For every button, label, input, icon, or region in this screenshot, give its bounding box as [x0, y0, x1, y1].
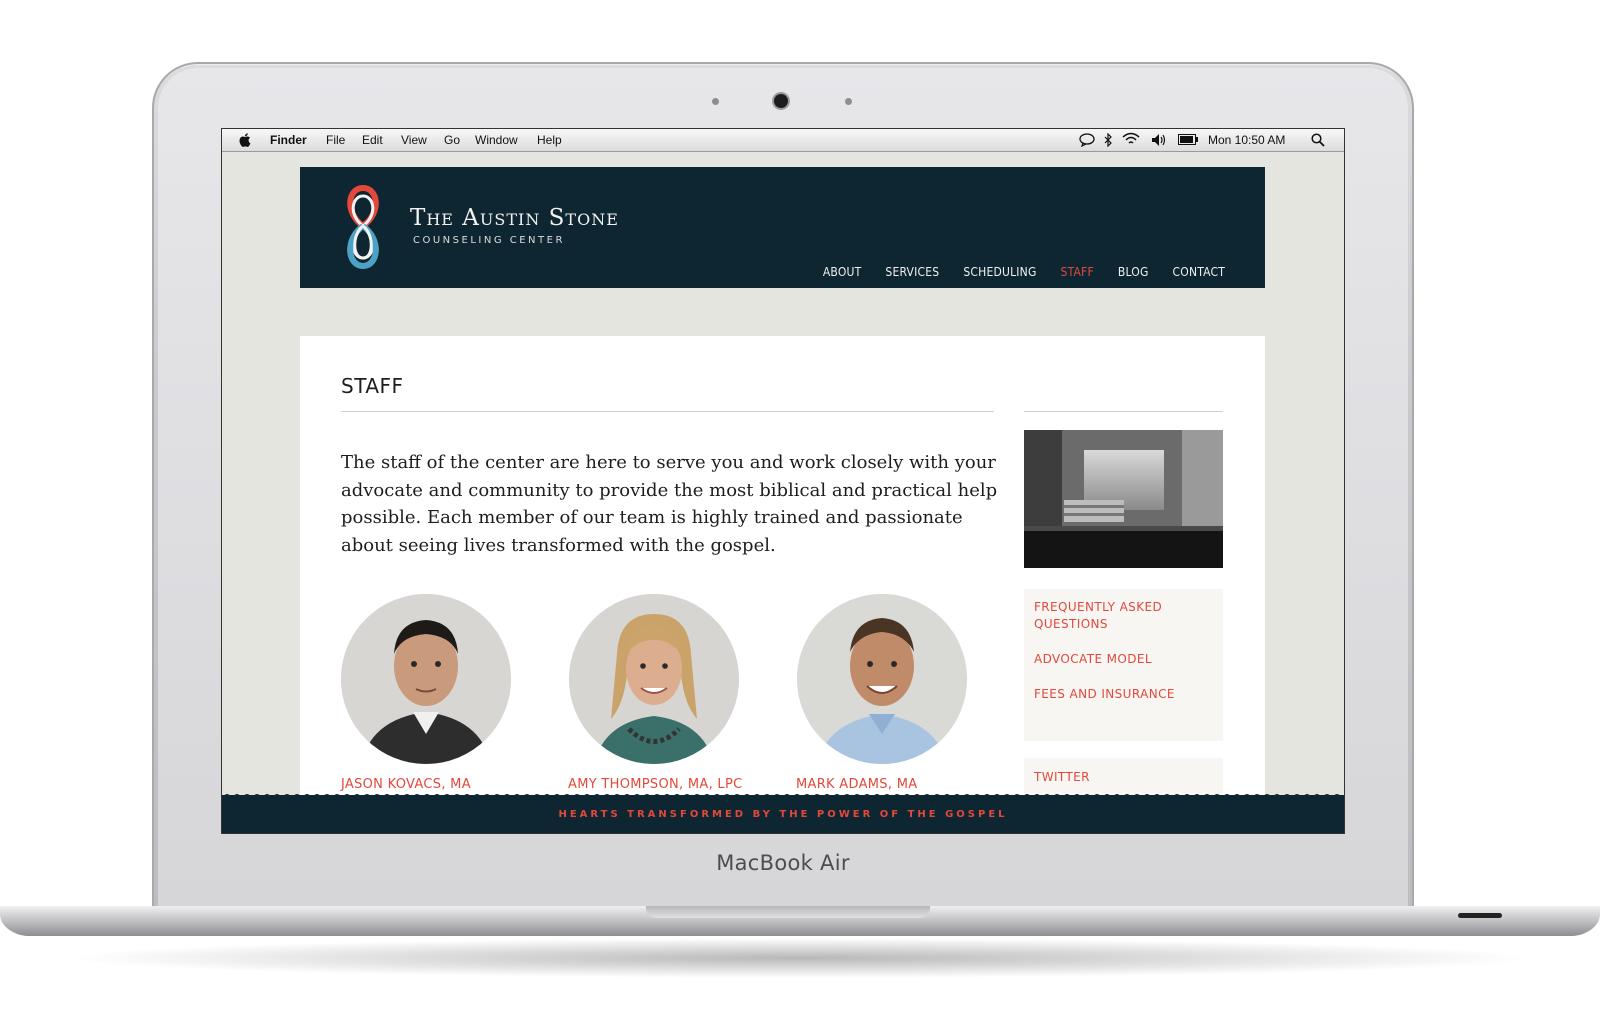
main-nav: ABOUT SERVICES SCHEDULING STAFF BLOG CON… — [823, 265, 1225, 279]
menu-help[interactable]: Help — [537, 133, 562, 147]
staff-photo-jason[interactable] — [341, 594, 511, 764]
menu-app-finder[interactable]: Finder — [270, 133, 307, 147]
site-header: The Austin Stone COUNSELING CENTER ABOUT… — [300, 167, 1265, 288]
staff-photo-amy[interactable] — [569, 594, 739, 764]
volume-icon[interactable] — [1151, 133, 1168, 147]
chat-icon[interactable] — [1079, 133, 1095, 147]
menu-file[interactable]: File — [326, 133, 345, 147]
apple-logo-icon[interactable] — [238, 133, 251, 147]
sensor-right — [845, 98, 852, 105]
spotlight-icon[interactable] — [1311, 133, 1325, 147]
content-panel: STAFF The staff of the center are here t… — [300, 336, 1265, 816]
menubar-clock[interactable]: Mon 10:50 AM — [1208, 133, 1285, 147]
nav-staff[interactable]: STAFF — [1061, 265, 1094, 279]
nav-contact[interactable]: CONTACT — [1173, 265, 1225, 279]
nav-about[interactable]: ABOUT — [823, 265, 862, 279]
menu-go[interactable]: Go — [444, 133, 460, 147]
link-advocate-model[interactable]: ADVOCATE MODEL — [1034, 651, 1152, 668]
link-fees-insurance[interactable]: FEES AND INSURANCE — [1034, 686, 1175, 703]
wifi-icon[interactable] — [1122, 132, 1140, 146]
link-twitter[interactable]: TWITTER — [1034, 770, 1090, 784]
site-title[interactable]: The Austin Stone — [410, 205, 619, 231]
menu-edit[interactable]: Edit — [362, 133, 383, 147]
infinity-logo-icon[interactable] — [338, 182, 388, 272]
menu-window[interactable]: Window — [475, 133, 518, 147]
menu-view[interactable]: View — [401, 133, 427, 147]
footer-tagline: HEARTS TRANSFORMED BY THE POWER OF THE G… — [558, 809, 1008, 820]
battery-icon[interactable] — [1178, 134, 1198, 145]
bluetooth-icon[interactable] — [1104, 133, 1112, 147]
sidebar-links: FREQUENTLY ASKED QUESTIONS ADVOCATE MODE… — [1024, 589, 1223, 741]
site-subtitle: COUNSELING CENTER — [413, 235, 565, 246]
page-title: STAFF — [341, 374, 404, 398]
camera-icon — [774, 94, 788, 108]
sensor-left — [712, 98, 719, 105]
nav-blog[interactable]: BLOG — [1118, 265, 1149, 279]
sidebar-divider — [1024, 411, 1223, 412]
nav-scheduling[interactable]: SCHEDULING — [963, 265, 1036, 279]
intro-paragraph: The staff of the center are here to serv… — [341, 452, 998, 556]
laptop-shadow — [60, 938, 1540, 978]
staff-photo-mark[interactable] — [797, 594, 967, 764]
status-led — [1458, 913, 1502, 918]
office-photo — [1024, 430, 1223, 568]
device-brand: MacBook Air — [716, 851, 850, 875]
lid-notch — [646, 906, 930, 918]
link-faq[interactable]: FREQUENTLY ASKED QUESTIONS — [1034, 599, 1204, 633]
mac-menubar:  Finder File Edit View Go Window Help — [222, 129, 1344, 152]
nav-services[interactable]: SERVICES — [885, 265, 939, 279]
screen:  Finder File Edit View Go Window Help — [221, 128, 1345, 834]
title-divider — [341, 411, 994, 412]
